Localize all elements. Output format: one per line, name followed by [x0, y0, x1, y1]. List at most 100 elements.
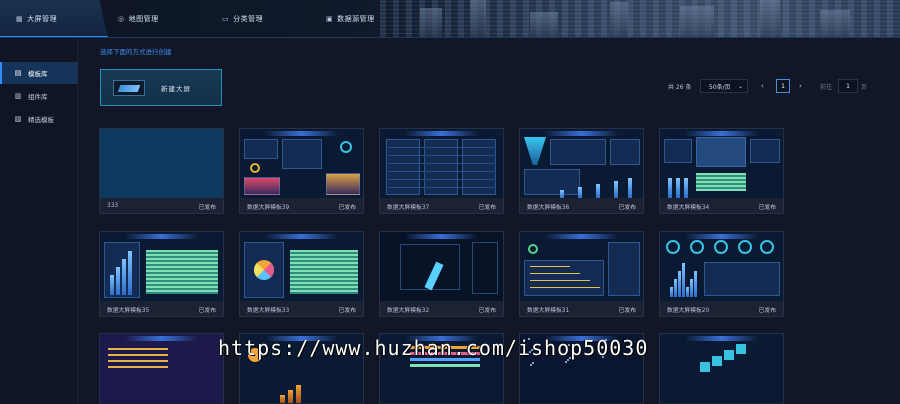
- preview-shape: [684, 234, 759, 239]
- template-card[interactable]: [99, 333, 224, 404]
- template-card[interactable]: 数据大屏模板37 已发布: [379, 128, 504, 214]
- template-preview-image: [240, 334, 363, 403]
- preview-shape: [410, 358, 480, 361]
- preview-shape: [550, 139, 606, 165]
- template-card[interactable]: [659, 333, 784, 404]
- grid-icon: ▦: [16, 15, 24, 23]
- sidebar-item-component-library[interactable]: ▥ 组件库: [0, 85, 78, 107]
- template-name: 数据大屏模板33: [247, 307, 290, 314]
- preview-shape: [250, 163, 260, 173]
- template-card[interactable]: 数据大屏模板33 已发布: [239, 231, 364, 317]
- new-screen-button[interactable]: 新建大屏: [100, 69, 222, 106]
- preview-shape: [524, 169, 580, 195]
- tab-datasource-management[interactable]: ▣ 数据源管理: [326, 0, 375, 37]
- next-page-button[interactable]: ›: [799, 79, 802, 93]
- preview-shape: [567, 359, 569, 361]
- preview-shape: [146, 250, 218, 294]
- status-badge: 已发布: [618, 307, 636, 314]
- template-name: 数据大屏模板37: [387, 204, 430, 211]
- preview-shape: [666, 240, 680, 254]
- preview-shape: [684, 178, 688, 198]
- preview-shape: [608, 242, 640, 296]
- create-hint: 选择下面的方式进行创建: [100, 48, 172, 56]
- template-card[interactable]: [379, 333, 504, 404]
- preview-shape: [296, 385, 301, 403]
- preview-shape: [712, 356, 722, 366]
- status-badge: 已发布: [198, 307, 216, 314]
- map-pin-icon: ◎: [118, 15, 125, 23]
- preview-shape: [578, 187, 582, 198]
- preview-shape: [340, 141, 352, 153]
- preview-shape: [326, 173, 360, 195]
- template-card[interactable]: 数据大屏模板32 已发布: [379, 231, 504, 317]
- sidebar-item-template-library[interactable]: ▤ 模板库: [0, 62, 78, 84]
- preview-shape: [668, 178, 672, 198]
- sidebar-item-featured-templates[interactable]: ▧ 精选模板: [0, 108, 78, 130]
- preview-shape: [290, 250, 358, 294]
- template-card-footer: 数据大屏模板32 已发布: [380, 301, 503, 317]
- total-count: 共 26 条: [668, 83, 692, 91]
- preview-shape: [736, 344, 746, 354]
- template-card[interactable]: [519, 333, 644, 404]
- prev-page-button[interactable]: ‹: [761, 79, 764, 93]
- template-card[interactable]: 数据大屏模板39 已发布: [239, 128, 364, 214]
- status-badge: 已发布: [198, 204, 216, 211]
- preview-shape: [108, 366, 168, 368]
- preview-shape: [108, 348, 168, 350]
- top-nav: ▦ 大屏管理 ◎ 地图管理 ▭ 分类管理 ▣ 数据源管理: [0, 0, 900, 38]
- preview-shape: [628, 178, 632, 198]
- preview-shape: [264, 336, 339, 341]
- page-number-current[interactable]: 1: [776, 79, 790, 93]
- preview-shape: [560, 190, 564, 198]
- preview-shape: [596, 184, 600, 198]
- goto-label: 前往: [820, 83, 833, 91]
- preview-shape: [280, 395, 285, 403]
- template-card[interactable]: 数据大屏模板34 已发布: [659, 128, 784, 214]
- preview-shape: [388, 147, 496, 148]
- preview-shape: [694, 271, 697, 297]
- preview-shape: [760, 240, 774, 254]
- preview-shape: [686, 287, 689, 297]
- new-screen-label: 新建大屏: [161, 84, 191, 93]
- template-name: 数据大屏模板32: [387, 307, 430, 314]
- component-icon: ▥: [14, 92, 22, 100]
- preview-shape: [264, 131, 339, 136]
- status-badge: 已发布: [338, 204, 356, 211]
- preview-shape: [404, 131, 479, 136]
- preview-shape: [530, 280, 590, 281]
- preview-shape: [472, 242, 498, 294]
- preview-shape: [690, 279, 693, 297]
- preview-shape: [696, 137, 746, 167]
- preview-shape: [530, 273, 580, 274]
- preview-shape: [264, 234, 339, 239]
- template-card-footer: 数据大屏模板34 已发布: [660, 198, 783, 214]
- preview-shape: [664, 139, 692, 163]
- goto-page-input[interactable]: 1: [838, 79, 858, 93]
- template-card[interactable]: 数据大屏模板35 已发布: [99, 231, 224, 317]
- page-size-select[interactable]: 50条/页 ⌄: [700, 79, 748, 93]
- preview-shape: [404, 336, 479, 341]
- preview-shape: [124, 234, 199, 239]
- template-card[interactable]: [239, 333, 364, 404]
- preview-shape: [674, 279, 677, 297]
- template-preview-image: [520, 334, 643, 403]
- preview-shape: [410, 364, 480, 367]
- template-preview-image: [100, 129, 223, 198]
- tab-category-management[interactable]: ▭ 分类管理: [222, 0, 263, 37]
- template-card[interactable]: 数据大屏模板20 已发布: [659, 231, 784, 317]
- sidebar: ▤ 模板库 ▥ 组件库 ▧ 精选模板: [0, 38, 78, 404]
- template-card[interactable]: 333 已发布: [99, 128, 224, 214]
- template-preview-image: [100, 334, 223, 403]
- folder-icon: ▭: [222, 15, 230, 23]
- status-badge: 已发布: [478, 307, 496, 314]
- preview-shape: [700, 362, 710, 372]
- tab-map-management[interactable]: ◎ 地图管理: [118, 0, 159, 37]
- preview-shape: [566, 346, 568, 348]
- preview-shape: [714, 240, 728, 254]
- template-card[interactable]: 数据大屏模板36 已发布: [519, 128, 644, 214]
- template-card-footer: 数据大屏模板36 已发布: [520, 198, 643, 214]
- tab-screen-management-label[interactable]: ▦ 大屏管理: [16, 0, 57, 37]
- template-card[interactable]: 数据大屏模板31 已发布: [519, 231, 644, 317]
- preview-shape: [108, 360, 168, 362]
- new-screen-thumbnail: [113, 79, 145, 96]
